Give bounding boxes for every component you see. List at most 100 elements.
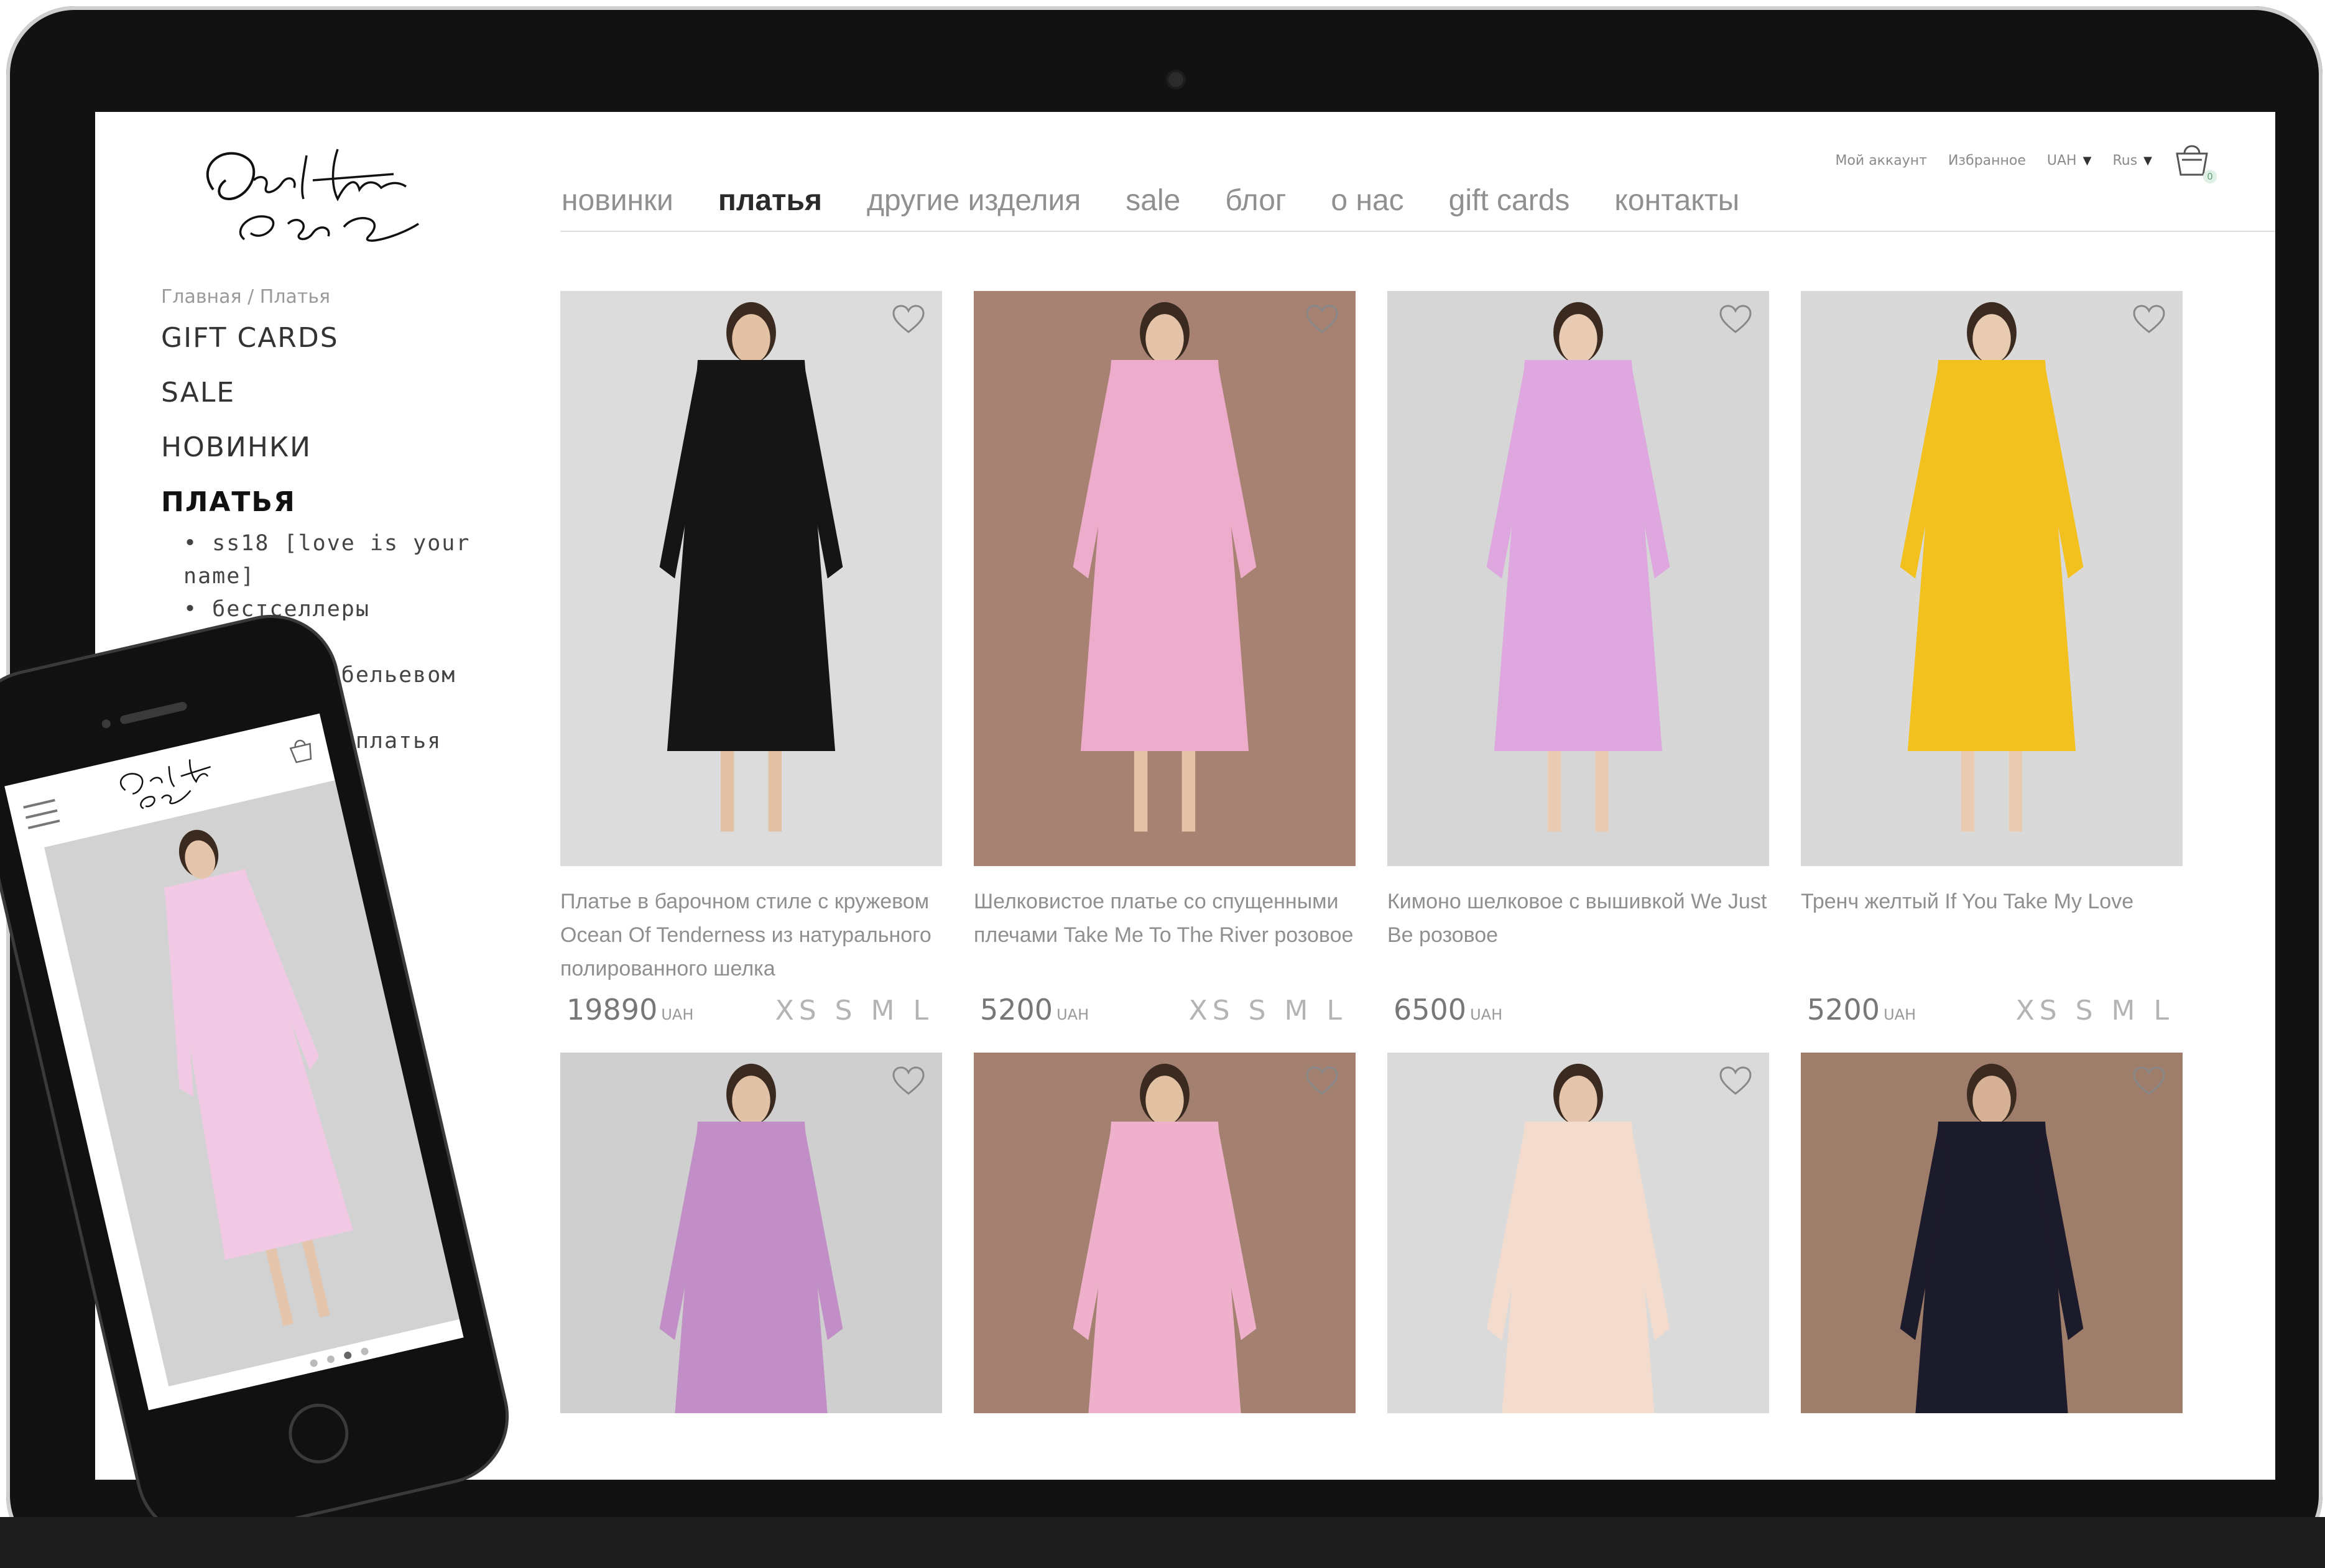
model-right-leg bbox=[1181, 751, 1196, 832]
product-footer: 5200 UAH XS S M L bbox=[974, 990, 1356, 1053]
model-face bbox=[1559, 314, 1597, 364]
nav-item[interactable]: sale bbox=[1126, 183, 1180, 218]
phone-camera bbox=[101, 718, 112, 729]
carousel-dot[interactable] bbox=[343, 1350, 353, 1360]
product-card[interactable]: Кимоно шелковое с вышивкой We Just Be ро… bbox=[1387, 291, 1769, 1053]
product-photo[interactable] bbox=[974, 291, 1356, 866]
product-footer: 6500 UAH bbox=[1387, 990, 1769, 1053]
language-value: Rus bbox=[2112, 152, 2138, 168]
nav-item[interactable]: gift cards bbox=[1449, 183, 1570, 218]
nav-item[interactable]: новинки bbox=[562, 183, 673, 218]
heart-icon[interactable] bbox=[891, 302, 926, 337]
product-card[interactable]: Тренч желтый If You Take My Love 5200 UAH X… bbox=[1801, 291, 2183, 1053]
heart-icon[interactable] bbox=[2132, 1064, 2166, 1099]
phone-product-photo[interactable] bbox=[44, 780, 460, 1387]
price-value: 5200 bbox=[1807, 993, 1880, 1026]
product-grid: Платье в барочном стиле с кружевом Ocean… bbox=[560, 291, 2183, 1413]
nav-item[interactable]: другие изделия bbox=[867, 183, 1081, 218]
product-card[interactable] bbox=[1801, 1053, 2183, 1413]
model-face bbox=[1559, 1076, 1597, 1125]
heart-icon[interactable] bbox=[1305, 302, 1339, 337]
product-photo[interactable] bbox=[1801, 291, 2183, 866]
model-face bbox=[1145, 1076, 1184, 1125]
product-footer: 5200 UAH XS S M L bbox=[1801, 990, 2183, 1053]
product-card[interactable] bbox=[1387, 1053, 1769, 1413]
my-account-link[interactable]: Мой аккаунт bbox=[1835, 153, 1927, 168]
sidebar-category-active[interactable]: ПЛАТЬЯ bbox=[161, 487, 497, 517]
carousel-dot[interactable] bbox=[360, 1347, 369, 1356]
sidebar-category[interactable]: НОВИНКИ bbox=[161, 433, 497, 463]
product-price: 6500 UAH bbox=[1387, 993, 1502, 1026]
product-sizes[interactable]: XS S M L bbox=[2016, 995, 2183, 1026]
main-nav: новинки платья другие изделия sale блог о нас… bbox=[562, 183, 1739, 218]
product-sizes[interactable]: XS S M L bbox=[775, 995, 942, 1026]
currency-value: UAH bbox=[2046, 152, 2077, 168]
model-image bbox=[974, 1053, 1356, 1413]
product-name[interactable]: Тренч желтый If You Take My Love bbox=[1801, 866, 2183, 990]
chevron-down-icon: ▼ bbox=[2143, 154, 2152, 167]
product-photo[interactable] bbox=[1801, 1053, 2183, 1413]
heart-icon[interactable] bbox=[1305, 1064, 1339, 1099]
product-card[interactable] bbox=[974, 1053, 1356, 1413]
product-card[interactable]: Шелковистое платье со спущенными плечами… bbox=[974, 291, 1356, 1053]
laptop-base bbox=[0, 1517, 2325, 1568]
product-price: 5200 UAH bbox=[1801, 993, 1916, 1026]
price-currency: UAH bbox=[1470, 1006, 1503, 1023]
carousel-dot[interactable] bbox=[326, 1355, 336, 1364]
nav-item[interactable]: блог bbox=[1225, 183, 1286, 218]
cart-button[interactable]: 0 bbox=[2173, 140, 2217, 183]
model-face bbox=[1145, 314, 1184, 364]
laptop-camera bbox=[1168, 72, 1183, 87]
price-value: 6500 bbox=[1394, 993, 1467, 1026]
phone-home-button[interactable] bbox=[282, 1398, 354, 1470]
nav-item[interactable]: о нас bbox=[1331, 183, 1403, 218]
product-photo[interactable] bbox=[1387, 291, 1769, 866]
heart-icon[interactable] bbox=[1718, 1064, 1753, 1099]
phone-speaker bbox=[119, 701, 188, 725]
favorites-link[interactable]: Избранное bbox=[1948, 153, 2026, 168]
model-image bbox=[1387, 1053, 1769, 1413]
product-sizes[interactable]: XS S M L bbox=[1189, 995, 1356, 1026]
model-image bbox=[560, 291, 942, 866]
breadcrumb[interactable]: Главная / Платья bbox=[161, 286, 330, 308]
model-left-leg bbox=[1961, 751, 1975, 832]
price-currency: UAH bbox=[1884, 1006, 1916, 1023]
model-left-leg bbox=[720, 751, 734, 832]
sidebar-category[interactable]: GIFT CARDS bbox=[161, 323, 497, 353]
product-photo[interactable] bbox=[974, 1053, 1356, 1413]
model-face bbox=[732, 314, 770, 364]
product-name[interactable]: Шелковистое платье со спущенными плечами… bbox=[974, 866, 1356, 990]
cart-count-badge: 0 bbox=[2203, 170, 2217, 183]
product-name[interactable]: Кимоно шелковое с вышивкой We Just Be ро… bbox=[1387, 866, 1769, 990]
nav-item[interactable]: контакты bbox=[1614, 183, 1739, 218]
currency-select[interactable]: UAH ▼ bbox=[2047, 153, 2092, 168]
heart-icon[interactable] bbox=[891, 1064, 926, 1099]
account-bar: Мой аккаунт Избранное UAH ▼ Rus ▼ 0 bbox=[1835, 140, 2217, 183]
carousel-dot[interactable] bbox=[309, 1358, 318, 1368]
nav-item[interactable]: платья bbox=[718, 183, 822, 218]
product-photo[interactable] bbox=[560, 291, 942, 866]
price-currency: UAH bbox=[661, 1006, 694, 1023]
language-select[interactable]: Rus ▼ bbox=[2112, 153, 2152, 168]
model-left-leg bbox=[1547, 751, 1561, 832]
product-photo[interactable] bbox=[1387, 1053, 1769, 1413]
model-right-leg bbox=[1595, 751, 1609, 832]
nav-divider bbox=[560, 231, 2275, 232]
model-face bbox=[1972, 314, 2011, 364]
model-image bbox=[974, 291, 1356, 866]
chevron-down-icon: ▼ bbox=[2082, 154, 2092, 167]
sidebar-category[interactable]: SALE bbox=[161, 378, 497, 408]
model-right-leg bbox=[2008, 751, 2023, 832]
model-image bbox=[1387, 291, 1769, 866]
phone-model-image bbox=[44, 780, 460, 1387]
hamburger-menu-icon[interactable] bbox=[22, 798, 62, 831]
site-logo[interactable] bbox=[188, 131, 468, 261]
heart-icon[interactable] bbox=[2132, 302, 2166, 337]
heart-icon[interactable] bbox=[1718, 302, 1753, 337]
model-right-leg bbox=[768, 751, 782, 832]
price-value: 5200 bbox=[980, 993, 1053, 1026]
model-face bbox=[732, 1076, 770, 1125]
product-price: 5200 UAH bbox=[974, 993, 1089, 1026]
model-image bbox=[1801, 1053, 2183, 1413]
phone-cart-icon[interactable] bbox=[286, 734, 317, 766]
